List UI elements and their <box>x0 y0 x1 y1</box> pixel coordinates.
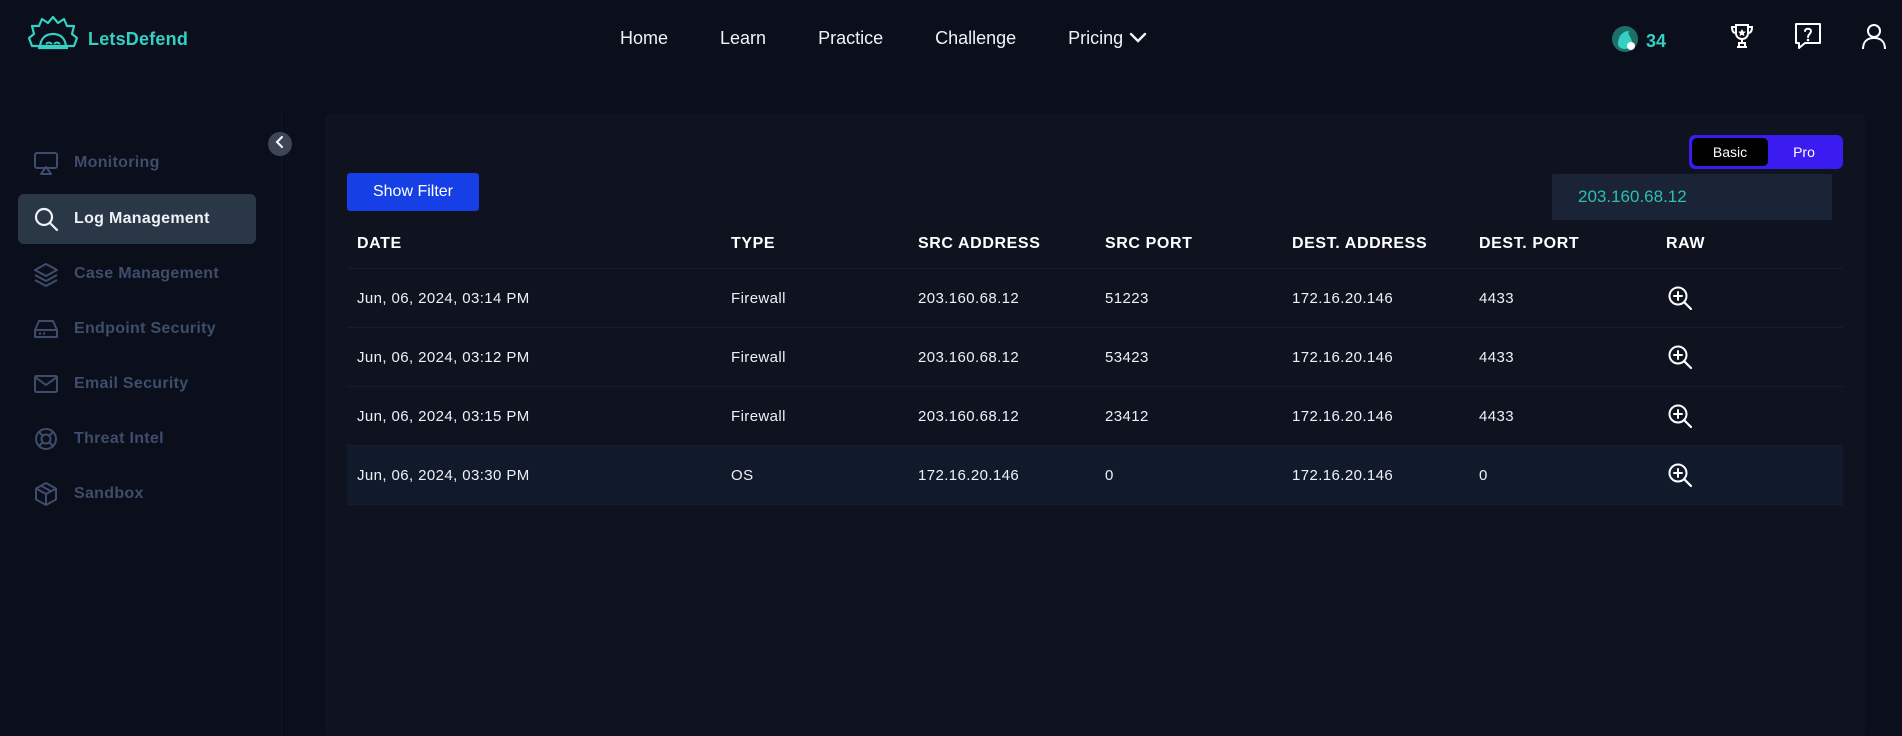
cell-type: Firewall <box>731 407 786 425</box>
table-row[interactable]: Jun, 06, 2024, 03:14 PM Firewall 203.160… <box>347 269 1843 328</box>
main-nav: Home Learn Practice Challenge Pricing <box>620 28 1147 49</box>
cell-src-port: 53423 <box>1105 348 1149 366</box>
lifebuoy-icon <box>32 425 60 453</box>
cell-dest-address: 172.16.20.146 <box>1292 289 1394 307</box>
cell-date: Jun, 06, 2024, 03:12 PM <box>357 348 530 366</box>
zoom-in-icon[interactable] <box>1666 343 1694 371</box>
cell-src-port: 23412 <box>1105 407 1149 425</box>
nav-practice[interactable]: Practice <box>818 28 883 49</box>
nav-home[interactable]: Home <box>620 28 668 49</box>
cell-raw <box>1666 446 1694 504</box>
cell-dest-port: 0 <box>1479 466 1488 484</box>
cell-dest-port: 4433 <box>1479 407 1514 425</box>
basic-pro-toggle: Basic Pro <box>1689 135 1843 169</box>
cell-raw <box>1666 328 1694 386</box>
sidebar: Monitoring Log Management Case Managemen… <box>0 112 280 736</box>
cell-raw <box>1666 387 1694 445</box>
profile-button[interactable] <box>1856 20 1892 56</box>
sidebar-item-endpoint-security[interactable]: Endpoint Security <box>18 304 256 354</box>
table-row[interactable]: Jun, 06, 2024, 03:15 PM Firewall 203.160… <box>347 387 1843 446</box>
brand[interactable]: LetsDefend <box>26 15 189 63</box>
column-header-raw: RAW <box>1666 235 1706 252</box>
toggle-basic[interactable]: Basic <box>1692 138 1768 166</box>
sidebar-item-case-management[interactable]: Case Management <box>18 249 256 299</box>
user-tools: 34 <box>1602 20 1902 60</box>
search-input[interactable]: 203.160.68.12 <box>1552 174 1832 220</box>
sidebar-item-sandbox[interactable]: Sandbox <box>18 469 256 519</box>
zoom-in-icon[interactable] <box>1666 461 1694 489</box>
hard-drive-icon <box>32 315 60 343</box>
column-header-type: TYPE <box>731 235 776 252</box>
sidebar-item-threat-intel[interactable]: Threat Intel <box>18 414 256 464</box>
cell-dest-address: 172.16.20.146 <box>1292 348 1394 366</box>
leaderboard-button[interactable] <box>1724 20 1760 56</box>
sidebar-item-label: Email Security <box>74 375 189 392</box>
top-navbar: LetsDefend Home Learn Practice Challenge… <box>0 0 1902 80</box>
sidebar-item-label: Sandbox <box>74 485 144 502</box>
cell-src-address: 203.160.68.12 <box>918 407 1020 425</box>
table-row[interactable]: Jun, 06, 2024, 03:12 PM Firewall 203.160… <box>347 328 1843 387</box>
points-badge[interactable]: 34 <box>1610 24 1666 59</box>
mail-icon <box>32 370 60 398</box>
cell-src-port: 0 <box>1105 466 1114 484</box>
sidebar-item-label: Endpoint Security <box>74 320 216 337</box>
letsdefend-logo-icon <box>26 15 80 63</box>
cell-dest-port: 4433 <box>1479 348 1514 366</box>
cell-dest-address: 172.16.20.146 <box>1292 466 1394 484</box>
monitor-icon <box>32 149 60 177</box>
nav-learn[interactable]: Learn <box>720 28 766 49</box>
zoom-in-icon[interactable] <box>1666 284 1694 312</box>
column-header-dest-port: DEST. PORT <box>1479 235 1580 252</box>
log-table: DATE TYPE SRC ADDRESS SRC PORT DEST. ADD… <box>347 220 1843 505</box>
cell-date: Jun, 06, 2024, 03:30 PM <box>357 466 530 484</box>
cell-dest-address: 172.16.20.146 <box>1292 407 1394 425</box>
search-value: 203.160.68.12 <box>1578 187 1687 206</box>
sidebar-item-label: Threat Intel <box>74 430 164 447</box>
show-filter-button[interactable]: Show Filter <box>347 173 479 211</box>
table-row[interactable]: Jun, 06, 2024, 03:30 PM OS 172.16.20.146… <box>347 446 1843 505</box>
cell-date: Jun, 06, 2024, 03:14 PM <box>357 289 530 307</box>
column-header-src-address: SRC ADDRESS <box>918 235 1041 252</box>
nav-pricing[interactable]: Pricing <box>1068 28 1147 49</box>
zoom-in-icon[interactable] <box>1666 402 1694 430</box>
help-button[interactable] <box>1790 20 1826 56</box>
toggle-pro[interactable]: Pro <box>1768 138 1840 166</box>
column-header-date: DATE <box>357 235 402 252</box>
points-count: 34 <box>1646 31 1667 51</box>
help-icon <box>1793 21 1823 56</box>
nav-challenge[interactable]: Challenge <box>935 28 1016 49</box>
cell-src-address: 172.16.20.146 <box>918 466 1020 484</box>
trophy-icon <box>1727 21 1757 56</box>
cell-type: Firewall <box>731 289 786 307</box>
sidebar-item-label: Monitoring <box>74 154 160 171</box>
sidebar-item-label: Log Management <box>74 210 210 227</box>
cell-src-address: 203.160.68.12 <box>918 348 1020 366</box>
cell-date: Jun, 06, 2024, 03:15 PM <box>357 407 530 425</box>
search-icon <box>32 205 60 233</box>
cell-type: Firewall <box>731 348 786 366</box>
table-header-row: DATE TYPE SRC ADDRESS SRC PORT DEST. ADD… <box>347 220 1843 269</box>
points-avatar-icon <box>1610 24 1640 59</box>
nav-pricing-label: Pricing <box>1068 28 1124 48</box>
cube-icon <box>32 480 60 508</box>
cell-type: OS <box>731 466 754 484</box>
cell-src-port: 51223 <box>1105 289 1149 307</box>
cell-src-address: 203.160.68.12 <box>918 289 1020 307</box>
sidebar-divider <box>281 112 282 736</box>
column-header-dest-address: DEST. ADDRESS <box>1292 235 1428 252</box>
sidebar-item-monitoring[interactable]: Monitoring <box>18 138 256 188</box>
layers-icon <box>32 260 60 288</box>
sidebar-item-label: Case Management <box>74 265 219 282</box>
chevron-down-icon <box>1129 28 1147 49</box>
cell-raw <box>1666 269 1694 327</box>
column-header-src-port: SRC PORT <box>1105 235 1193 252</box>
sidebar-item-email-security[interactable]: Email Security <box>18 359 256 409</box>
brand-name: LetsDefend <box>88 29 189 49</box>
sidebar-item-log-management[interactable]: Log Management <box>18 194 256 244</box>
cell-dest-port: 4433 <box>1479 289 1514 307</box>
user-icon <box>1859 21 1889 56</box>
